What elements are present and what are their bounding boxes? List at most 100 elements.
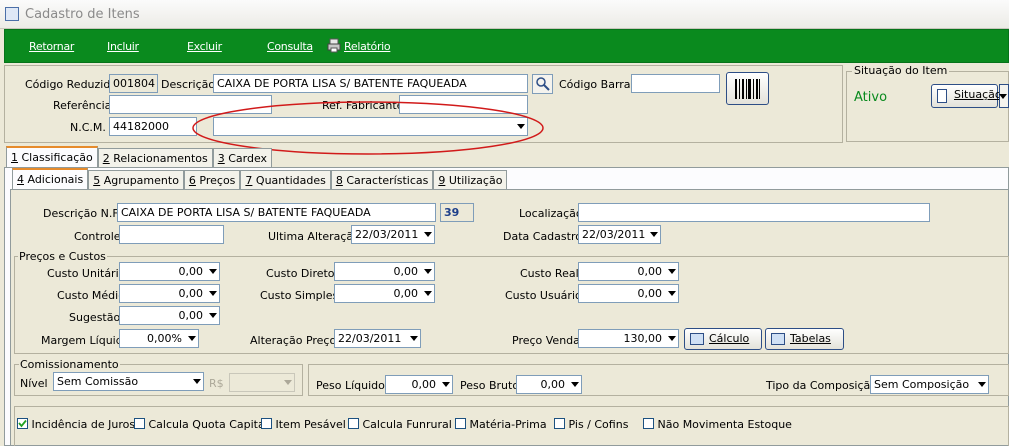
tab-adicionais[interactable]: 4 Adicionais <box>12 168 89 190</box>
sugestao-label: Sugestão <box>69 311 121 324</box>
referencia-label: Referência <box>53 99 112 112</box>
checkbox-box <box>17 418 28 429</box>
chevron-down-icon <box>668 269 676 274</box>
tipo-composicao-select[interactable]: Sem Composição <box>870 375 989 394</box>
chevron-down-icon <box>284 380 292 385</box>
localizacao-label: Localização <box>519 207 583 220</box>
search-icon[interactable] <box>532 74 553 94</box>
custo-unitario-field[interactable]: 0,00 <box>119 262 220 281</box>
retornar-button[interactable]: Retornar <box>29 40 74 53</box>
relatorio-button[interactable]: Relatório <box>344 40 391 53</box>
custo-medio-field[interactable]: 0,00 <box>119 284 220 303</box>
calculo-button[interactable]: Cálculo <box>684 328 762 350</box>
checkbox-calcula-funrural[interactable]: Calcula Funrural <box>348 417 452 431</box>
peso-liquido-field[interactable]: 0,00 <box>385 375 453 394</box>
ncm-label: N.C.M. <box>70 121 106 134</box>
situacao-button[interactable]: Situação <box>931 84 1002 108</box>
chevron-down-icon <box>209 291 217 296</box>
tab-label: Características <box>342 174 429 187</box>
sugestao-value: 0,00 <box>178 309 204 322</box>
preco-venda-label: Preço Venda <box>512 334 580 347</box>
preco-venda-field[interactable]: 130,00 <box>578 329 679 348</box>
data-cadastro-select[interactable]: 22/03/2011 <box>578 225 661 244</box>
barcode-icon <box>735 79 760 99</box>
checkbox-calcula-quota-capital[interactable]: Calcula Quota Capital <box>134 417 268 431</box>
tab-agrupamento[interactable]: 5 Agrupamento <box>88 170 184 190</box>
tab-cardex[interactable]: 3 Cardex <box>212 148 273 168</box>
barcode-button[interactable] <box>726 72 769 105</box>
custo-simples-value: 0,00 <box>393 287 419 300</box>
nivel-select[interactable]: Sem Comissão <box>53 372 204 391</box>
tab-mnemonic: 6 <box>188 174 196 187</box>
codigo-barras-label: Código Barras <box>559 78 637 91</box>
check-icon <box>18 419 27 428</box>
tab-label: Classificação <box>18 151 93 164</box>
tab-classificacao[interactable]: 1 Classificação <box>6 146 98 168</box>
chevron-down-icon <box>188 336 196 341</box>
codigo-barras-field[interactable] <box>631 74 720 93</box>
custo-usuario-field[interactable]: 0,00 <box>578 284 679 303</box>
checkbox-item-pesavel[interactable]: Item Pesável <box>261 417 346 431</box>
custo-medio-label: Custo Médio <box>57 289 125 302</box>
checkbox-pis-cofins[interactable]: Pis / Cofins <box>554 417 628 431</box>
checkbox-label: Matéria-Prima <box>469 418 547 431</box>
excluir-button[interactable]: Excluir <box>187 40 222 53</box>
localizacao-field[interactable] <box>578 203 930 222</box>
ultima-alteracao-label: Ultima Alteração <box>268 230 360 243</box>
alteracao-preco-value: 22/03/2011 <box>338 332 402 345</box>
checkbox-materia-prima[interactable]: Matéria-Prima <box>455 417 547 431</box>
descricao-field[interactable]: CAIXA DE PORTA LISA S/ BATENTE FAQUEADA <box>213 74 528 93</box>
incluir-button[interactable]: Incluir <box>107 40 139 53</box>
peso-liquido-value: 0,00 <box>411 378 437 391</box>
situacao-button-label: Situação <box>954 88 1002 101</box>
tab-mnemonic: 4 <box>17 173 24 186</box>
tab-label: Cardex <box>224 152 268 165</box>
toolbar: Retornar Incluir Excluir Consulta Relató… <box>4 29 1009 63</box>
situacao-dropdown[interactable] <box>999 84 1009 108</box>
custo-direto-value: 0,00 <box>393 265 419 278</box>
tab-label: Adicionais <box>24 173 84 186</box>
table-icon <box>771 333 785 345</box>
rs-field[interactable] <box>229 373 295 392</box>
margem-liquida-field[interactable]: 0,00% <box>119 329 199 348</box>
descricao-nf-field[interactable]: CAIXA DE PORTA LISA S/ BATENTE FAQUEADA <box>117 203 436 222</box>
window-title: Cadastro de Itens <box>25 7 140 22</box>
controle-field[interactable] <box>119 225 224 244</box>
precos-custos-label: Preços e Custos <box>18 250 107 263</box>
tab-quantidades[interactable]: 7 Quantidades <box>240 170 331 190</box>
custo-simples-field[interactable]: 0,00 <box>334 284 435 303</box>
checkbox-box <box>455 418 466 429</box>
checkbox-label: Pis / Cofins <box>568 418 629 431</box>
alteracao-preco-select[interactable]: 22/03/2011 <box>334 329 421 348</box>
tabelas-button[interactable]: Tabelas <box>765 328 844 350</box>
ultima-alteracao-select[interactable]: 22/03/2011 <box>351 225 435 244</box>
tab-precos[interactable]: 6 Preços <box>183 170 241 190</box>
calculator-icon <box>690 333 704 345</box>
sugestao-field[interactable]: 0,00 <box>119 306 220 325</box>
title-bar: Cadastro de Itens <box>0 0 1009 29</box>
tab-caracteristicas[interactable]: 8 Características <box>330 170 434 190</box>
peso-bruto-field[interactable]: 0,00 <box>516 375 582 394</box>
chevron-down-icon <box>978 382 986 387</box>
rs-label: R$ <box>209 377 224 390</box>
data-cadastro-value: 22/03/2011 <box>582 228 646 241</box>
consulta-button[interactable]: Consulta <box>267 40 313 53</box>
custo-real-field[interactable]: 0,00 <box>578 262 679 281</box>
nivel-label: Nível <box>20 377 48 390</box>
preco-venda-value: 130,00 <box>623 332 663 345</box>
checkbox-nao-movimenta-estoque[interactable]: Não Movimenta Estoque <box>643 417 792 431</box>
codigo-reduzido-field[interactable]: 001804 <box>109 74 158 93</box>
checkbox-incidencia-juros[interactable]: Incidência de Juros <box>17 417 135 431</box>
chevron-down-icon <box>442 382 450 387</box>
tab-label: Quantidades <box>252 174 326 187</box>
ncm-field[interactable]: 44182000 <box>109 117 197 136</box>
document-icon <box>937 89 947 103</box>
margem-liquida-value: 0,00% <box>147 332 182 345</box>
tab-utilizacao[interactable]: 9 Utilização <box>433 170 508 190</box>
custo-usuario-value: 0,00 <box>637 287 663 300</box>
chevron-down-icon <box>410 336 418 341</box>
status-badge: Ativo <box>854 90 888 105</box>
custo-direto-field[interactable]: 0,00 <box>334 262 435 281</box>
tab-relacionamentos[interactable]: 2 Relacionamentos <box>97 148 213 168</box>
checkbox-box <box>348 418 359 429</box>
